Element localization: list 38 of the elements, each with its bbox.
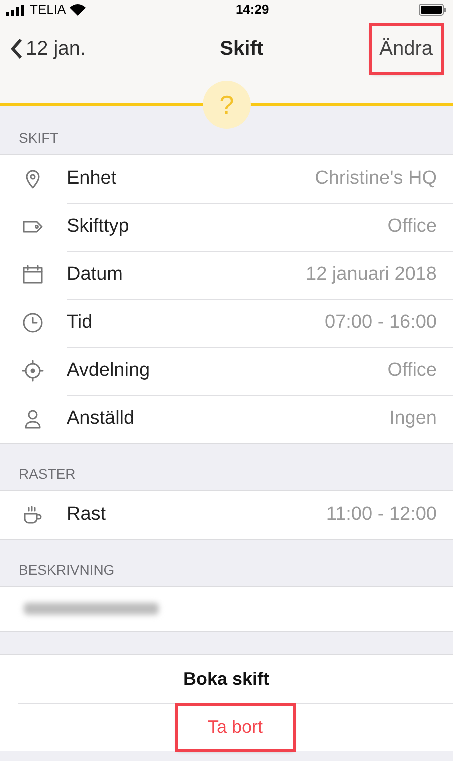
row-value: Office (388, 215, 437, 240)
calendar-icon (21, 263, 45, 287)
book-button[interactable]: Boka skift (153, 658, 300, 700)
clock-time: 14:29 (236, 1, 270, 20)
row-label: Rast (67, 502, 106, 527)
section-header: SKIFT (19, 129, 59, 148)
clock-icon (21, 311, 45, 335)
detail-row[interactable]: Skifttyp Office (0, 203, 453, 251)
row-value: Office (388, 359, 437, 384)
row-value: 11:00 - 12:00 (326, 502, 437, 527)
detail-row[interactable]: Enhet Christine's HQ (0, 155, 453, 203)
wifi-icon (70, 4, 86, 16)
chevron-left-icon (10, 37, 24, 61)
signal-icon (6, 4, 26, 16)
edit-button[interactable]: Ändra (372, 26, 441, 72)
delete-button[interactable]: Ta bort (178, 706, 294, 749)
page-title: Skift (220, 37, 264, 62)
row-value: Ingen (389, 407, 437, 432)
section-header: RASTER (19, 465, 76, 484)
crosshair-icon (21, 359, 45, 383)
detail-row[interactable]: Rast 11:00 - 12:00 (0, 491, 453, 539)
row-label: Tid (67, 311, 93, 336)
row-label: Skifttyp (67, 215, 130, 240)
section-header: BESKRIVNING (19, 561, 115, 580)
row-label: Enhet (67, 166, 117, 191)
row-value: Christine's HQ (315, 166, 437, 191)
detail-row[interactable]: Avdelning Office (0, 347, 453, 395)
row-label: Datum (67, 263, 123, 288)
battery-icon (419, 4, 447, 16)
row-value: 12 januari 2018 (306, 263, 437, 288)
row-label: Avdelning (67, 359, 150, 384)
detail-row[interactable]: Datum 12 januari 2018 (0, 251, 453, 299)
detail-row[interactable]: Anställd Ingen (0, 395, 453, 443)
back-button[interactable]: 12 jan. (10, 34, 86, 64)
row-value: 07:00 - 16:00 (325, 311, 437, 336)
detail-row[interactable]: Tid 07:00 - 16:00 (0, 299, 453, 347)
row-label: Anställd (67, 407, 135, 432)
carrier-name: TELIA (30, 1, 66, 20)
